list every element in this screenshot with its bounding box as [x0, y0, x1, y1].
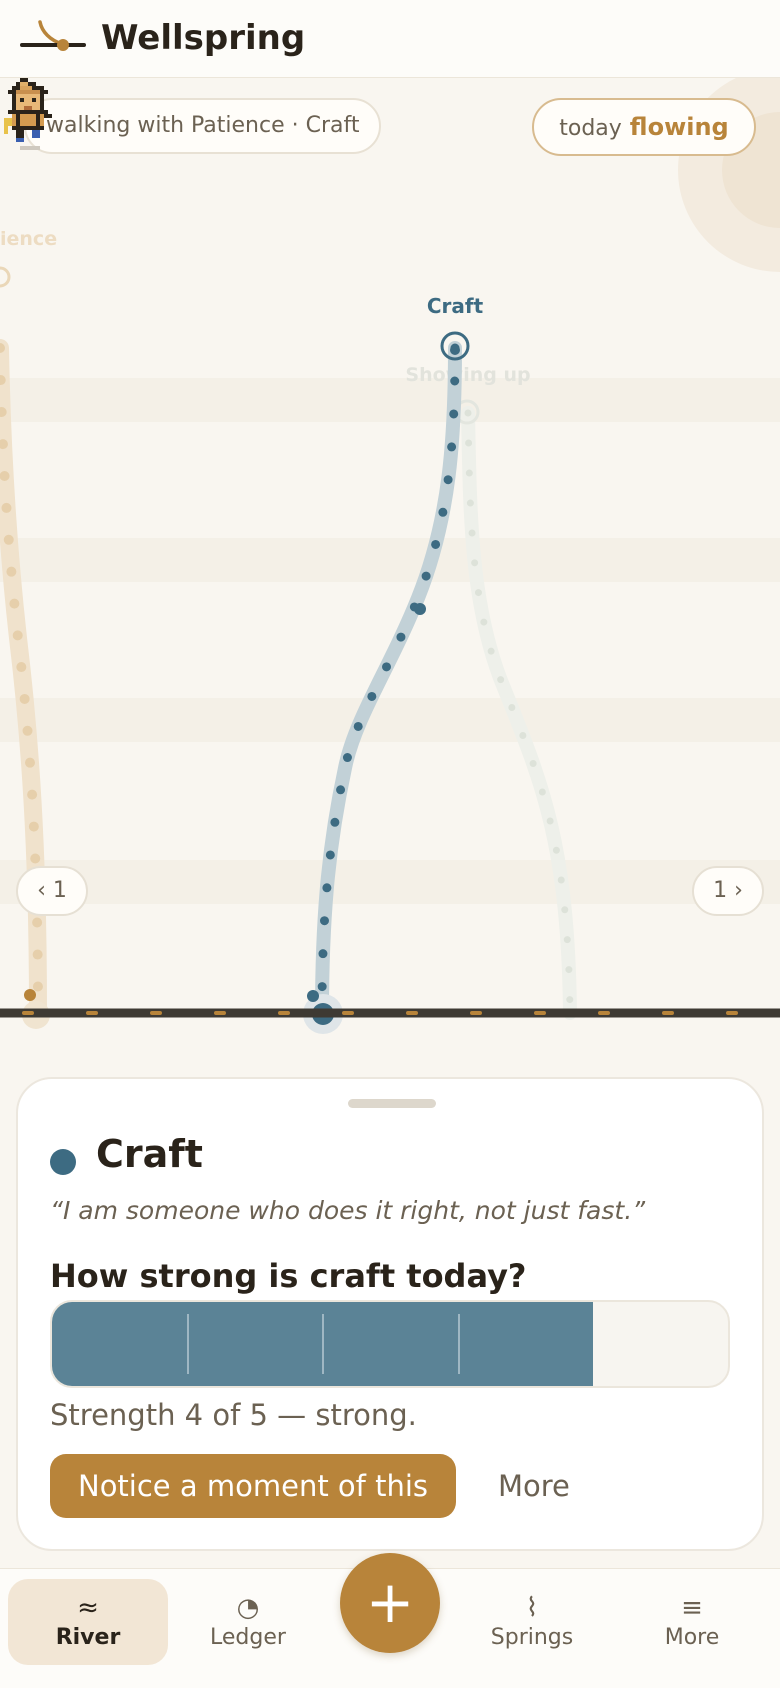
pixel-walker-avatar [4, 78, 52, 150]
previous-stream-button[interactable]: ‹ 1 [16, 866, 88, 916]
next-stream-button[interactable]: 1 › [692, 866, 764, 916]
tab-river[interactable]: ≈ River [8, 1579, 168, 1665]
river-view[interactable]: ience Showing up Craft walking with Pati… [0, 78, 780, 1078]
stream-quote: “I am someone who does it right, not jus… [50, 1196, 646, 1225]
tab-label: More [664, 1625, 720, 1650]
tab-label: Ledger [210, 1625, 286, 1650]
strength-meter-divider [187, 1314, 190, 1374]
stream-showing-up[interactable]: Showing up [405, 364, 577, 1020]
app-header: Wellspring [0, 0, 780, 78]
river-icon: ≈ [77, 1593, 99, 1623]
svg-text:Craft: Craft [427, 294, 484, 318]
tab-label: Springs [490, 1625, 574, 1650]
wellspring-logo-icon [20, 20, 86, 51]
sheet-grabber[interactable] [348, 1099, 436, 1108]
app-title: Wellspring [101, 18, 306, 58]
notice-moment-button[interactable]: Notice a moment of this [50, 1454, 456, 1518]
strength-text: Strength 4 of 5 — strong. [50, 1398, 417, 1432]
strength-meter-divider [322, 1314, 325, 1374]
more-button[interactable]: More [498, 1454, 570, 1518]
svg-text:ience: ience [0, 228, 57, 250]
today-value: flowing [629, 113, 729, 141]
today-label: today [559, 116, 622, 141]
svg-text:Showing up: Showing up [405, 364, 530, 386]
ledger-icon: ◔ [236, 1593, 260, 1623]
menu-icon: ≡ [681, 1593, 703, 1623]
tab-bar: ≈ River ◔ Ledger + ⌇ Springs ≡ More [0, 1553, 780, 1688]
strength-question: How strong is craft today? [50, 1257, 527, 1295]
tab-ledger[interactable]: ◔ Ledger [168, 1579, 328, 1665]
add-moment-button[interactable]: + [340, 1553, 440, 1653]
tab-more[interactable]: ≡ More [612, 1579, 772, 1665]
strength-meter[interactable] [50, 1300, 730, 1388]
strength-meter-divider [457, 1314, 460, 1374]
stream-color-dot [50, 1149, 76, 1175]
plus-icon: + [365, 1568, 415, 1636]
stream-name: Craft [96, 1132, 203, 1176]
tab-label: River [55, 1625, 121, 1650]
stream-detail-card: Craft “I am someone who does it right, n… [16, 1077, 764, 1551]
river-canvas: ience Showing up Craft [0, 78, 780, 1034]
tab-springs[interactable]: ⌇ Springs [452, 1579, 612, 1665]
walking-context-pill[interactable]: walking with Patience · Craft [24, 98, 382, 154]
today-status-pill[interactable]: today flowing [532, 98, 756, 156]
springs-icon: ⌇ [525, 1593, 539, 1623]
